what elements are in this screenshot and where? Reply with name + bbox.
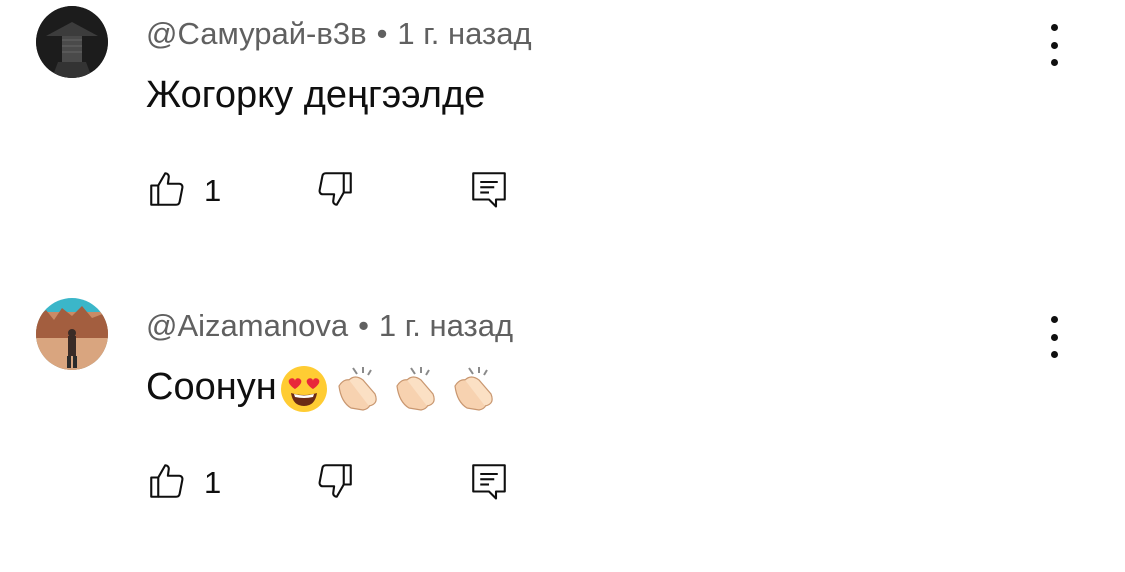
thumbs-down-icon [314, 168, 356, 215]
comment-time[interactable]: 1 г. назад [397, 16, 531, 51]
reply-comment-icon [468, 168, 510, 215]
clapping-hands-emoji [389, 364, 445, 414]
reply-button[interactable] [468, 168, 510, 214]
clapping-hands-emoji [447, 364, 503, 414]
avatar[interactable] [36, 298, 108, 370]
thumbs-up-icon [146, 460, 188, 507]
author-name[interactable]: @Самурай-в3в [146, 16, 367, 51]
like-button[interactable]: 1 [146, 168, 221, 214]
like-count: 1 [204, 465, 222, 500]
separator-dot: • [376, 16, 388, 51]
author-name[interactable]: @Aizamanova [146, 308, 348, 343]
comment-text-content: Соонун [146, 366, 277, 408]
comment-text: Жогорку деңгээлде [146, 70, 485, 120]
more-vertical-icon[interactable] [1036, 316, 1072, 358]
comment-meta: @Самурай-в3в • 1 г. назад [146, 14, 532, 54]
avatar[interactable] [36, 6, 108, 78]
comment-text-content: Жогорку деңгээлде [146, 74, 486, 116]
thumbs-down-icon [314, 460, 356, 507]
comment-text: Соонун [146, 362, 503, 412]
comment-item: @Самурай-в3в • 1 г. назад Жогорку деңгээлд… [0, 0, 1125, 280]
more-vertical-icon[interactable] [1036, 24, 1072, 66]
comment-meta: @Aizamanova • 1 г. назад [146, 306, 513, 346]
heart-eyes-emoji [279, 364, 329, 414]
comment-item: @Aizamanova • 1 г. назад Соонун 1 [0, 292, 1125, 572]
like-count: 1 [204, 173, 222, 208]
like-button[interactable]: 1 [146, 460, 221, 506]
dislike-button[interactable] [314, 168, 356, 214]
reply-comment-icon [468, 460, 510, 507]
dislike-button[interactable] [314, 460, 356, 506]
comment-time[interactable]: 1 г. назад [379, 308, 513, 343]
separator-dot: • [358, 308, 369, 343]
thumbs-up-icon [146, 168, 188, 215]
reply-button[interactable] [468, 460, 510, 506]
clapping-hands-emoji [331, 364, 387, 414]
